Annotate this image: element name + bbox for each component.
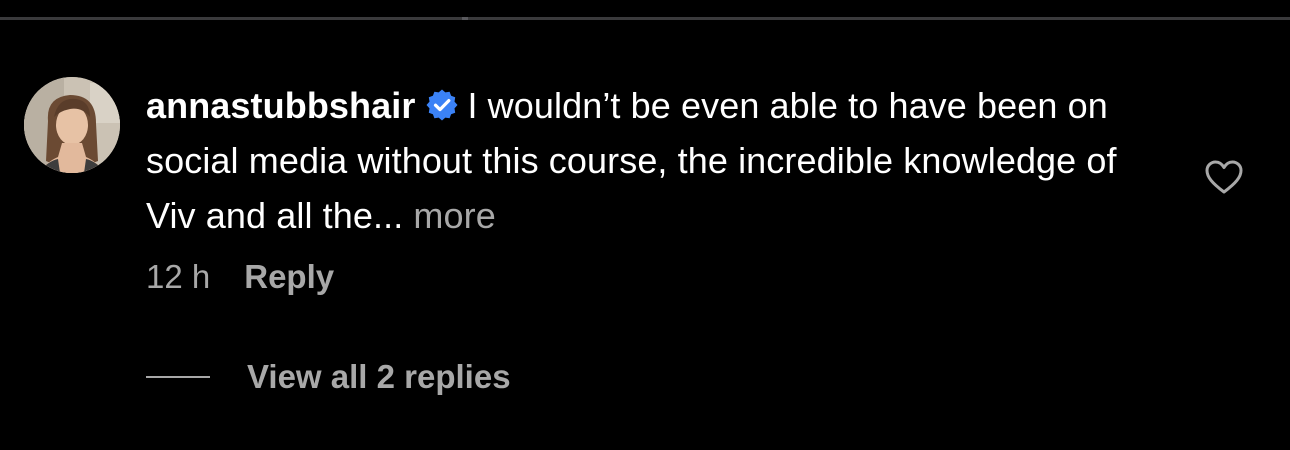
comment-username[interactable]: annastubbshair: [146, 85, 415, 126]
heart-outline-icon: [1205, 160, 1243, 194]
divider-tick: [462, 17, 468, 20]
view-replies-label: View all 2 replies: [247, 358, 511, 395]
replies-divider-line: [146, 376, 210, 378]
avatar-image: [24, 77, 120, 173]
comment-body: annastubbshair I wouldn’t be even able t…: [146, 78, 1146, 243]
avatar[interactable]: [24, 77, 120, 173]
comment-timestamp: 12 h: [146, 258, 211, 295]
view-replies-button[interactable]: View all 2 replies: [146, 357, 511, 397]
comment-meta: 12 h Reply: [146, 257, 334, 297]
like-button[interactable]: [1204, 158, 1244, 196]
reply-button[interactable]: Reply: [244, 258, 334, 295]
more-link[interactable]: more: [413, 195, 495, 236]
verified-badge-icon: [425, 82, 459, 121]
top-divider: [0, 17, 1290, 20]
